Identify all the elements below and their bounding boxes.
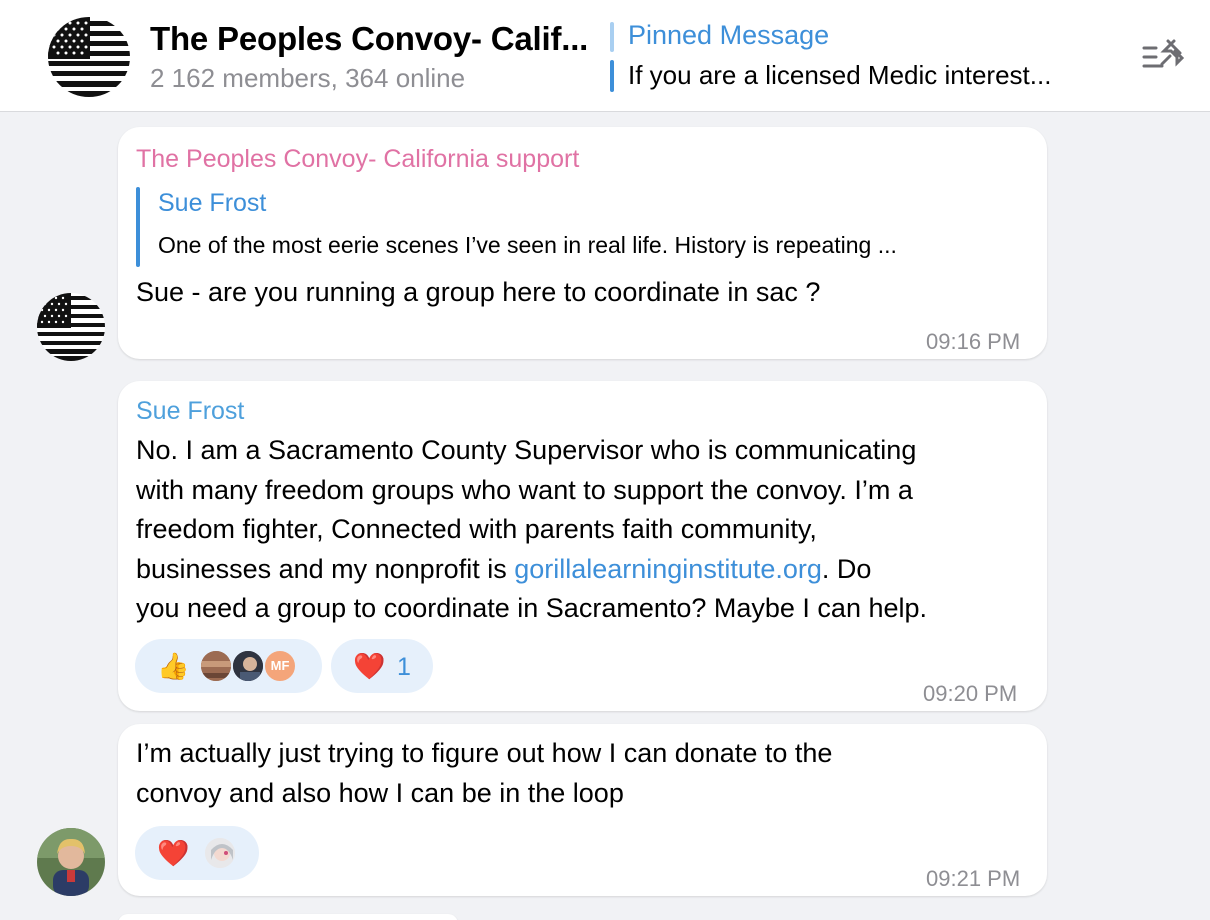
reaction-heart[interactable]: ❤️ 1: [331, 639, 433, 693]
message-text: Sue - are you running a group here to co…: [136, 277, 821, 307]
reaction-count: 1: [397, 653, 411, 681]
message-text-line: you need a group to coordinate in Sacram…: [136, 593, 928, 623]
chat-title[interactable]: The Peoples Convoy- Calif...: [150, 20, 588, 58]
message-time: 09:20 PM: [923, 681, 1018, 706]
heart-icon: ❤️: [157, 838, 190, 868]
reaction-thumbs-up[interactable]: 👍 MF: [135, 639, 322, 693]
message-time: 09:21 PM: [926, 866, 1021, 891]
reply-preview[interactable]: Sue Frost One of the most eerie scenes I…: [136, 187, 1032, 267]
reply-text: One of the most eerie scenes I’ve seen i…: [158, 232, 897, 258]
pinned-indicator-bar: [610, 22, 614, 52]
chat-member-count: 2 162 members, 364 online: [150, 63, 466, 93]
sender-avatar[interactable]: [37, 828, 105, 896]
message-text-line: businesses and my nonprofit is gorillale…: [136, 550, 871, 590]
thumbs-up-icon: 👍: [157, 651, 190, 681]
message-text-line: with many freedom groups who want to sup…: [136, 474, 913, 505]
sender-avatar[interactable]: [37, 293, 105, 361]
reactor-avatar-initials: MF: [263, 649, 297, 683]
pinned-message-title: Pinned Message: [628, 20, 830, 50]
message-time: 09:16 PM: [926, 329, 1021, 354]
message-bubble[interactable]: The Peoples Convoy- California support S…: [118, 127, 1047, 359]
message-text-segment: . Do: [821, 553, 872, 584]
reaction-heart[interactable]: ❤️: [135, 826, 259, 880]
message-text-line: freedom fighter, Connected with parents …: [136, 514, 817, 544]
message-sender[interactable]: Sue Frost: [136, 397, 244, 426]
message-text-line: No. I am a Sacramento County Supervisor …: [136, 435, 917, 465]
message-bubble-partial: [118, 914, 458, 920]
heart-icon: ❤️: [353, 651, 386, 681]
message-text-segment: businesses and my nonprofit is: [136, 553, 515, 584]
flag-avatar-icon: [48, 17, 130, 97]
message-text-line: convoy and also how I can be in the loop: [136, 778, 624, 808]
pinned-message-text: If you are a licensed Medic interest...: [628, 60, 1052, 90]
pinned-list-icon[interactable]: [1140, 38, 1188, 74]
website-link[interactable]: gorillalearninginstitute.org: [514, 554, 822, 584]
chat-header: The Peoples Convoy- Calif... 2 162 membe…: [0, 0, 1210, 112]
reactor-avatar: [203, 836, 237, 870]
message-bubble[interactable]: Sue Frost No. I am a Sacramento County S…: [118, 381, 1047, 711]
reactor-avatar: [231, 649, 265, 683]
message-bubble[interactable]: I’m actually just trying to figure out h…: [118, 724, 1047, 896]
reply-bar: [136, 187, 140, 267]
message-text-line: I’m actually just trying to figure out h…: [136, 738, 833, 768]
chat-avatar[interactable]: [48, 17, 130, 97]
message-sender[interactable]: The Peoples Convoy- California support: [136, 145, 579, 174]
reactor-avatar: [199, 649, 233, 683]
pinned-indicator-bar-active: [610, 60, 614, 92]
reply-sender: Sue Frost: [158, 189, 267, 217]
flag-avatar-icon: [37, 293, 105, 361]
pinned-message[interactable]: Pinned Message If you are a licensed Med…: [610, 20, 1130, 92]
